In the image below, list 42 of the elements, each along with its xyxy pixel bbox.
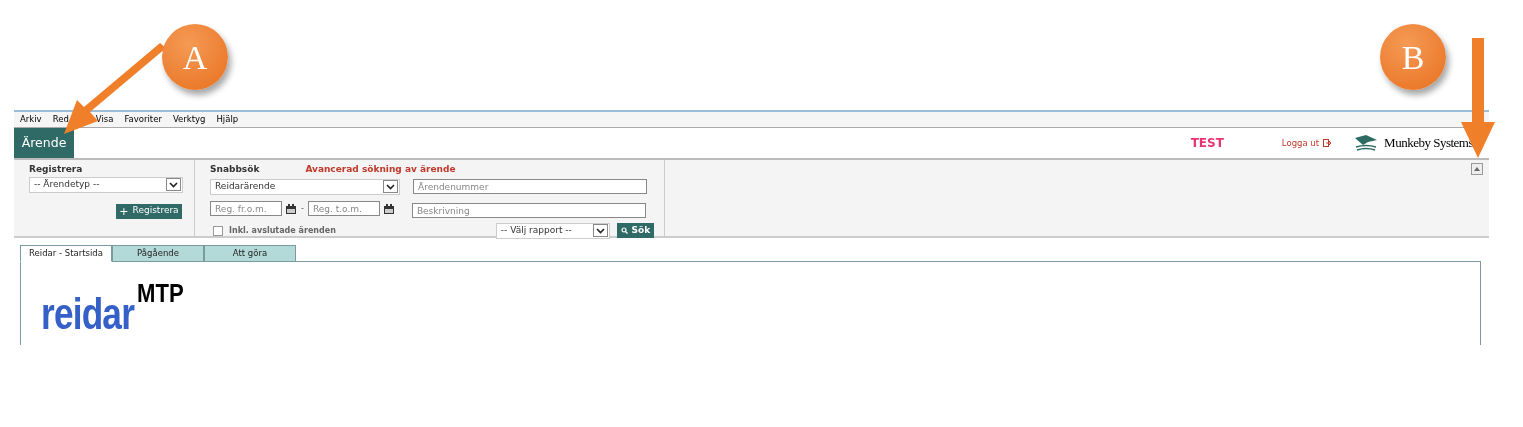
- input-field[interactable]: Beskrivning: [411, 203, 646, 218]
- menu-item[interactable]: Arkiv: [20, 113, 42, 126]
- calendar-icon[interactable]: [382, 202, 395, 215]
- section-title: Snabbsök: [210, 163, 260, 176]
- plus-icon: +: [119, 205, 129, 217]
- menu-item[interactable]: Favoriter: [124, 113, 162, 126]
- collapse-button[interactable]: [1471, 163, 1483, 175]
- dropdown-caret-icon: [383, 180, 398, 193]
- logout-link[interactable]: Logga ut: [1281, 136, 1333, 150]
- checkbox[interactable]: [213, 225, 223, 236]
- brand-logo-icon: [1354, 134, 1379, 152]
- dropdown[interactable]: -- Välj rapport --: [495, 222, 610, 239]
- section-title: Registrera: [29, 163, 84, 176]
- menu-item[interactable]: Hjälp: [216, 113, 239, 126]
- advanced-search-link[interactable]: Avancerad sökning av ärende: [305, 163, 456, 177]
- product-logo-main: reidar: [41, 292, 135, 336]
- input-field[interactable]: Ärendenummer: [413, 179, 647, 194]
- annotation-callout: A: [162, 24, 228, 90]
- tab[interactable]: Att göra: [204, 245, 296, 262]
- menu-item[interactable]: Red: [52, 113, 69, 126]
- dropdown-caret-icon: [166, 178, 181, 191]
- dropdown[interactable]: Reidarärende: [210, 178, 400, 195]
- search-button[interactable]: Sök: [616, 223, 654, 238]
- collapse-icon: [1474, 167, 1480, 171]
- search-icon: [620, 227, 628, 234]
- tab[interactable]: Reidar - Startsida: [20, 245, 112, 262]
- tab[interactable]: Pågående: [112, 245, 204, 262]
- product-logo-super: MTP: [137, 280, 184, 306]
- range-separator: -: [301, 202, 304, 215]
- brand-name: Munkeby Systems: [1384, 134, 1473, 153]
- menu-item[interactable]: Visa: [95, 113, 114, 126]
- input-field[interactable]: Reg. t.o.m.: [307, 201, 380, 216]
- environment-label: TEST: [1190, 135, 1224, 152]
- menu-item[interactable]: Verktyg: [172, 113, 206, 126]
- calendar-icon[interactable]: [285, 202, 297, 215]
- dropdown[interactable]: -- Ärendetyp --: [29, 176, 183, 193]
- module-tab[interactable]: Ärende: [14, 128, 74, 158]
- checkbox-label: Inkl. avslutade ärenden: [229, 224, 336, 237]
- register-button[interactable]: + Registrera: [116, 203, 182, 219]
- input-field[interactable]: Reg. fr.o.m.: [210, 201, 282, 216]
- logout-icon: [1323, 139, 1333, 147]
- annotation-callout: B: [1380, 24, 1446, 90]
